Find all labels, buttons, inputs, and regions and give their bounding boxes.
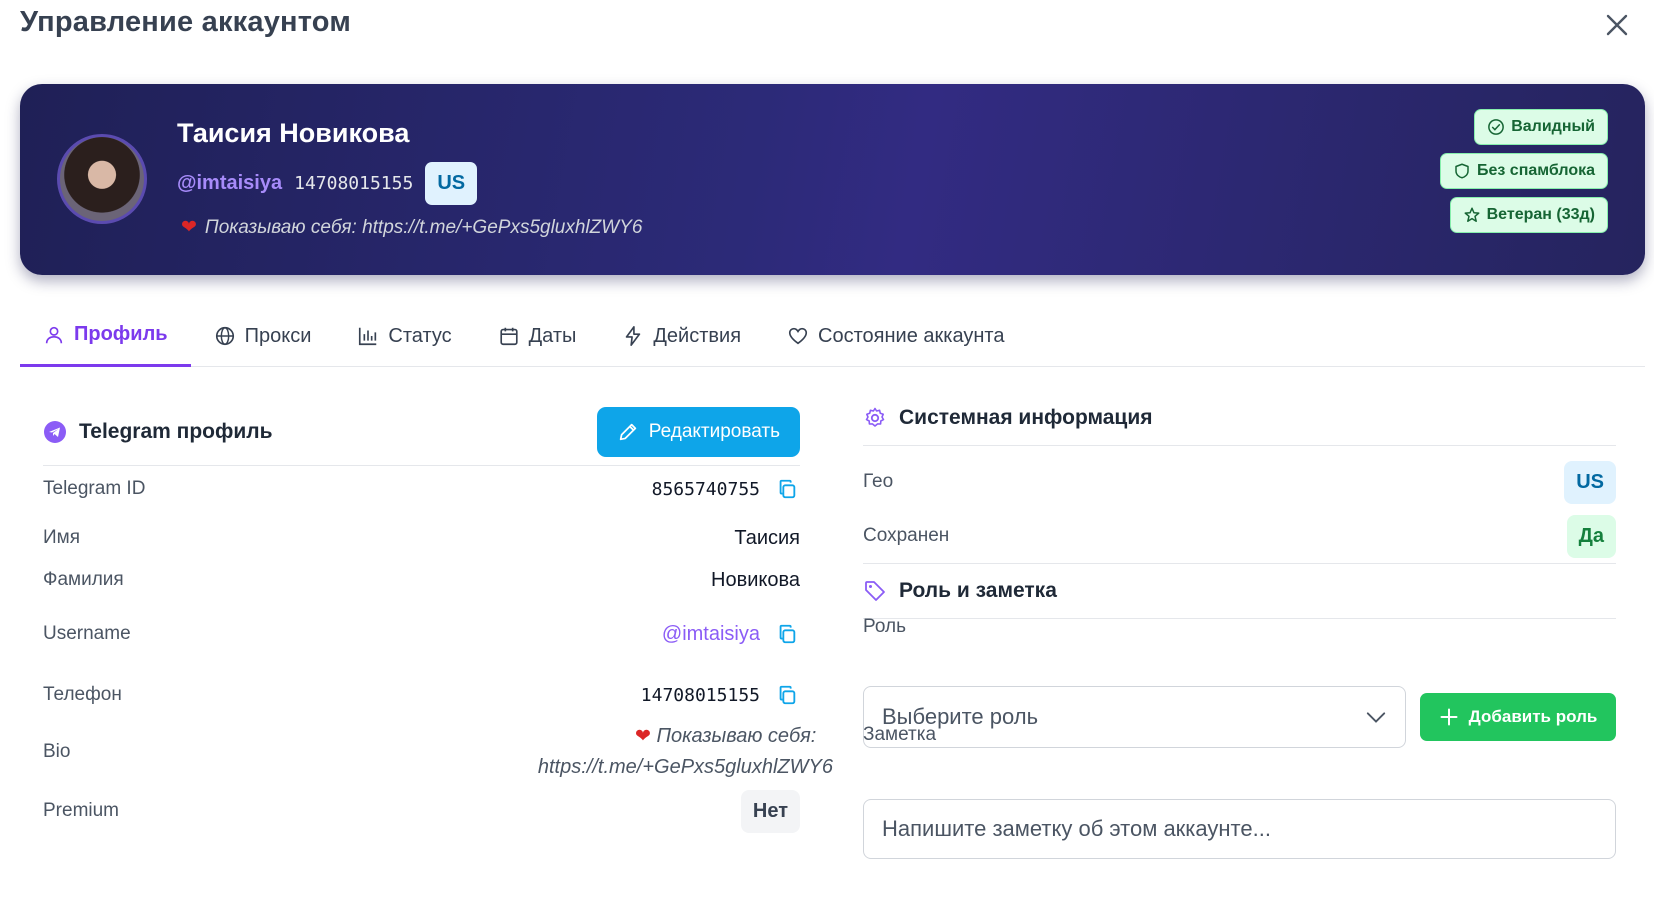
role-select[interactable]: Выберите роль bbox=[863, 686, 1406, 748]
globe-icon bbox=[215, 326, 234, 346]
field-premium: Premium Нет bbox=[43, 788, 800, 834]
note-input[interactable] bbox=[863, 799, 1616, 859]
telegram-icon bbox=[44, 420, 66, 443]
calendar-icon bbox=[500, 327, 518, 346]
field-phone: Телефон 14708015155 bbox=[43, 672, 800, 718]
copy-icon[interactable] bbox=[774, 621, 800, 647]
edit-profile-button[interactable]: Редактировать bbox=[596, 406, 800, 457]
tab-dates[interactable]: Даты bbox=[475, 305, 600, 367]
account-hero-card: Таисия Новикова @imtaisiya 14708015155 U… bbox=[20, 84, 1645, 275]
geo-row: Гео US bbox=[863, 455, 1616, 509]
status-badge-veteran: Ветеран (33д) bbox=[1449, 197, 1608, 233]
hero-bio-text: Показываю себя: https://t.me/+GePxs5glux… bbox=[204, 216, 643, 238]
tab-account-state[interactable]: Состояние аккаунта bbox=[764, 305, 1027, 367]
field-last-name: Фамилия Новикова bbox=[43, 568, 800, 591]
system-info-panel: Системная информация Гео US Сохранен Да … bbox=[863, 390, 1616, 859]
shield-icon bbox=[1455, 163, 1469, 179]
tab-status[interactable]: Статус bbox=[334, 305, 474, 367]
saved-badge: Да bbox=[1566, 514, 1616, 558]
premium-badge: Нет bbox=[740, 789, 800, 833]
telegram-id-value: 8565740755 bbox=[651, 478, 760, 500]
role-label: Роль bbox=[863, 616, 906, 637]
copy-icon[interactable] bbox=[774, 476, 800, 502]
system-info-header: Системная информация bbox=[863, 390, 1616, 446]
plus-icon bbox=[1440, 708, 1458, 726]
heart-emoji-icon: ❤ bbox=[634, 726, 651, 747]
role-note-header: Роль и заметка bbox=[863, 563, 1616, 619]
hero-geo-badge: US bbox=[425, 162, 478, 205]
pencil-icon bbox=[619, 423, 636, 440]
field-first-name: Имя Таисия bbox=[43, 526, 800, 549]
tab-actions[interactable]: Действия bbox=[599, 305, 764, 367]
hero-bio: ❤ Показываю себя: https://t.me/+GePxs5gl… bbox=[181, 216, 642, 239]
system-info-title: Системная информация bbox=[899, 405, 1153, 429]
hero-phone: 14708015155 bbox=[294, 173, 414, 194]
modal-title: Управление аккаунтом bbox=[20, 6, 351, 38]
heart-emoji-icon: ❤ bbox=[181, 217, 197, 238]
field-telegram-id: Telegram ID 8565740755 bbox=[43, 466, 800, 512]
telegram-profile-title: Telegram профиль bbox=[79, 419, 273, 443]
check-circle-icon bbox=[1488, 119, 1505, 135]
copy-icon[interactable] bbox=[774, 682, 800, 708]
telegram-profile-panel: Telegram профиль Редактировать Telegram … bbox=[43, 398, 833, 833]
chevron-down-icon bbox=[1366, 712, 1386, 723]
tab-profile[interactable]: Профиль bbox=[20, 305, 191, 367]
note-label: Заметка bbox=[863, 724, 937, 745]
tab-bar: Профиль Прокси Статус Даты Действия Сост… bbox=[20, 305, 1645, 367]
phone-value: 14708015155 bbox=[640, 684, 760, 706]
role-note-title: Роль и заметка bbox=[899, 579, 1057, 602]
status-badge-valid: Валидный bbox=[1474, 109, 1608, 145]
hero-username[interactable]: @imtaisiya bbox=[177, 172, 282, 195]
close-icon bbox=[1606, 14, 1628, 36]
first-name-value: Таисия bbox=[734, 526, 800, 549]
heart-icon bbox=[788, 327, 808, 345]
star-icon bbox=[1464, 207, 1480, 222]
add-role-button[interactable]: Добавить роль bbox=[1420, 693, 1616, 741]
username-link[interactable]: @imtaisiya bbox=[662, 623, 760, 646]
tag-icon bbox=[865, 581, 885, 601]
lightning-icon bbox=[626, 326, 641, 346]
bar-chart-icon bbox=[359, 327, 377, 346]
telegram-profile-header: Telegram профиль Редактировать bbox=[43, 398, 800, 466]
status-badge-no-spamblock: Без спамблока bbox=[1440, 153, 1608, 189]
tab-proxy[interactable]: Прокси bbox=[191, 305, 335, 367]
geo-badge: US bbox=[1564, 460, 1616, 504]
avatar bbox=[57, 134, 147, 224]
saved-row: Сохранен Да bbox=[863, 509, 1616, 563]
field-bio: Bio ❤ Показываю себя: https://t.me/+GePx… bbox=[43, 720, 833, 784]
bio-value: ❤ Показываю себя: https://t.me/+GePxs5gl… bbox=[537, 725, 833, 778]
gear-icon bbox=[865, 407, 885, 427]
user-icon bbox=[45, 326, 63, 343]
close-button[interactable] bbox=[1600, 8, 1634, 42]
hero-name: Таисия Новикова bbox=[177, 118, 410, 148]
last-name-value: Новикова bbox=[711, 568, 800, 591]
hero-meta-row: @imtaisiya 14708015155 US bbox=[177, 162, 478, 205]
field-username: Username @imtaisiya bbox=[43, 611, 800, 657]
